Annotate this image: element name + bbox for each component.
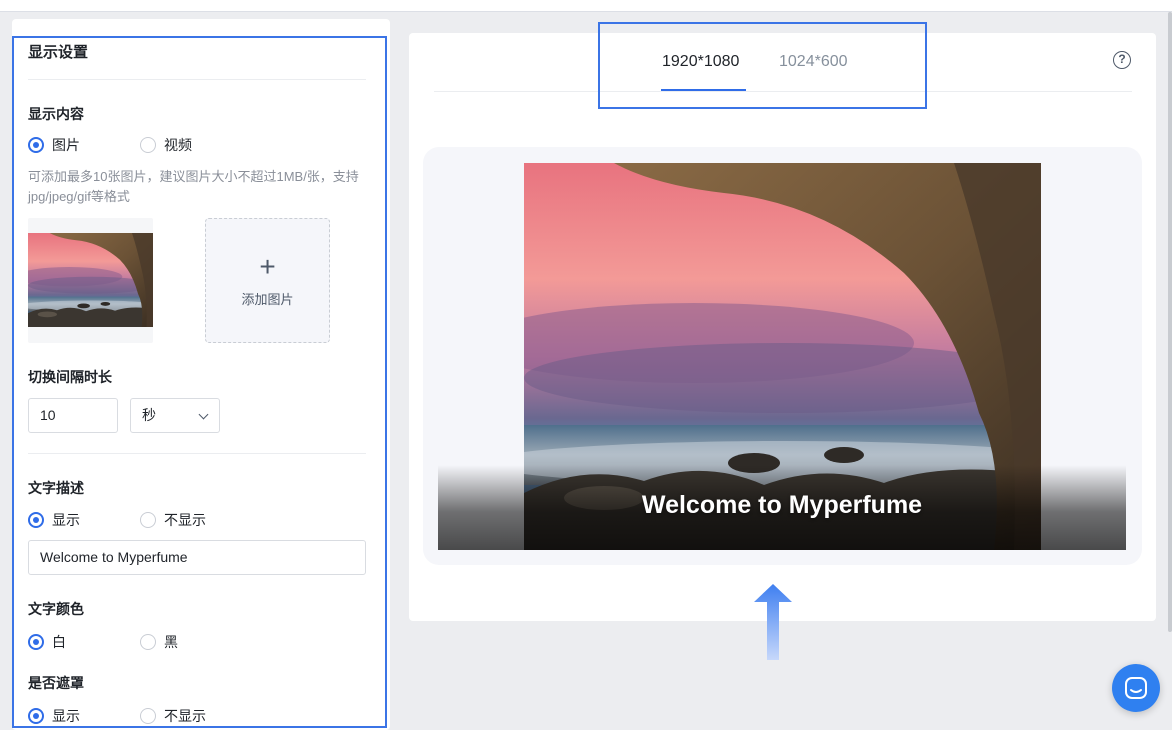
radio-mask-show-label: 显示: [52, 708, 80, 724]
interval-unit-value: 秒: [142, 407, 156, 423]
radio-video[interactable]: 视频: [140, 135, 192, 155]
radio-color-black-dot: [140, 634, 156, 650]
interval-label: 切换间隔时长: [28, 369, 112, 385]
thumbnail-image: [28, 233, 153, 327]
radio-mask-hide[interactable]: 不显示: [140, 706, 206, 726]
text-color-label: 文字颜色: [28, 601, 84, 617]
tab-1024x600[interactable]: 1024*600: [779, 53, 848, 71]
divider: [28, 453, 366, 454]
radio-text-hide[interactable]: 不显示: [140, 510, 206, 530]
arrow-up-icon: [754, 584, 792, 660]
radio-text-show[interactable]: 显示: [28, 510, 140, 530]
radio-video-label: 视频: [164, 137, 192, 153]
tab-1920x1080[interactable]: 1920*1080: [662, 53, 739, 71]
overlay-text: Welcome to Myperfume: [641, 491, 923, 519]
radio-color-black[interactable]: 黑: [140, 632, 178, 652]
radio-color-white-label: 白: [52, 634, 66, 650]
divider: [28, 79, 366, 80]
plus-icon: +: [259, 251, 276, 282]
radio-color-white-dot: [28, 634, 44, 650]
display-content-radio-group: 图片 视频: [28, 135, 192, 155]
question-circle-icon[interactable]: ?: [1113, 51, 1131, 69]
panel-title: 显示设置: [28, 44, 89, 61]
text-desc-input[interactable]: Welcome to Myperfume: [28, 540, 366, 575]
display-content-label: 显示内容: [28, 106, 84, 122]
chat-button[interactable]: [1112, 664, 1160, 712]
page-scrollbar[interactable]: [1168, 12, 1172, 632]
radio-image-dot: [28, 137, 44, 153]
text-desc-label: 文字描述: [28, 480, 84, 496]
upload-hint: 可添加最多10张图片，建议图片大小不超过1MB/张，支持jpg/jpeg/gif…: [28, 169, 359, 204]
mask-label: 是否遮罩: [28, 675, 84, 691]
radio-text-show-label: 显示: [52, 512, 80, 528]
preview-stage: Welcome to Myperfume: [423, 147, 1142, 565]
radio-color-white[interactable]: 白: [28, 632, 140, 652]
chat-bubble-icon: [1125, 677, 1147, 699]
settings-panel: 显示设置 显示内容 图片 视频 可添加最多10张图片，建议图片大小不超过1MB/…: [12, 19, 390, 730]
radio-mask-hide-label: 不显示: [164, 708, 206, 724]
radio-image[interactable]: 图片: [28, 135, 140, 155]
add-image-button[interactable]: + 添加图片: [205, 218, 330, 343]
top-bar: [0, 0, 1172, 12]
mask-radio-group: 显示 不显示: [28, 706, 206, 726]
preview-panel: 1920*1080 1024*600 ? Welcome to Myperfum…: [409, 33, 1156, 621]
tabs-divider: [434, 91, 1132, 92]
text-color-radio-group: 白 黑: [28, 632, 178, 652]
radio-mask-show[interactable]: 显示: [28, 706, 140, 726]
radio-image-label: 图片: [52, 137, 80, 153]
interval-unit-select[interactable]: 秒: [130, 398, 220, 433]
radio-video-dot: [140, 137, 156, 153]
add-image-label: 添加图片: [241, 292, 294, 307]
chevron-down-icon: [198, 409, 209, 420]
radio-text-hide-dot: [140, 512, 156, 528]
radio-text-hide-label: 不显示: [164, 512, 206, 528]
radio-mask-show-dot: [28, 708, 44, 724]
radio-mask-hide-dot: [140, 708, 156, 724]
image-thumbnail[interactable]: [28, 218, 153, 343]
text-desc-radio-group: 显示 不显示: [28, 510, 206, 530]
radio-text-show-dot: [28, 512, 44, 528]
interval-input[interactable]: 10: [28, 398, 118, 433]
radio-color-black-label: 黑: [164, 634, 178, 650]
